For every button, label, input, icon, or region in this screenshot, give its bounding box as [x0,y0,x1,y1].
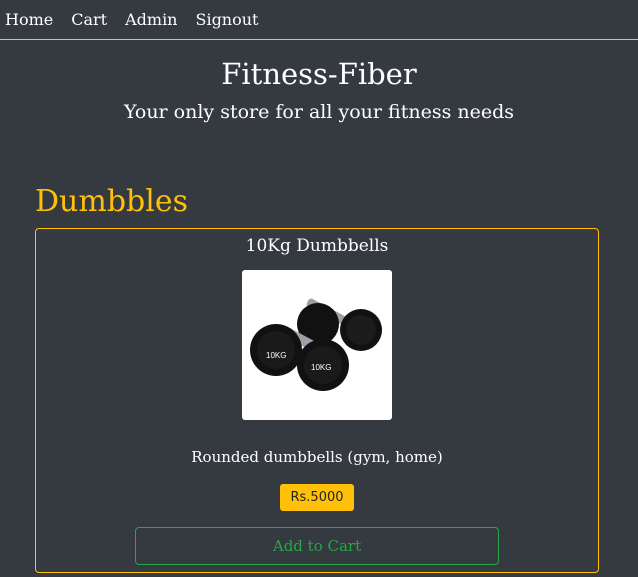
add-to-cart-button[interactable]: Add to Cart [135,527,499,565]
nav-home-link[interactable]: Home [5,10,53,29]
price-badge: Rs.5000 [280,484,354,511]
dumbbell-weight-label-left: 10KG [266,351,286,360]
top-navbar: Home Cart Admin Signout [0,0,638,40]
product-name: 10Kg Dumbbells [245,236,389,256]
product-description: Rounded dumbbells (gym, home) [191,448,443,466]
hero-header: Fitness-Fiber Your only store for all yo… [0,54,638,125]
dumbbells-image: 10KG 10KG [250,298,382,391]
section-title: Dumbbles [35,184,188,219]
site-title: Fitness-Fiber [221,57,417,91]
nav-admin-link[interactable]: Admin [125,10,177,29]
nav-signout-link[interactable]: Signout [195,10,258,29]
product-card: 10Kg Dumbbells 10KG 10KG Rounded dumbbel… [35,228,599,573]
dumbbell-weight-label-right: 10KG [311,363,331,372]
site-tagline: Your only store for all your fitness nee… [123,101,515,123]
nav-cart-link[interactable]: Cart [71,10,107,29]
product-image: 10KG 10KG [242,270,392,420]
dumbbells-section: Dumbbles 10Kg Dumbbells 10KG 10KG Rounde… [35,180,599,573]
